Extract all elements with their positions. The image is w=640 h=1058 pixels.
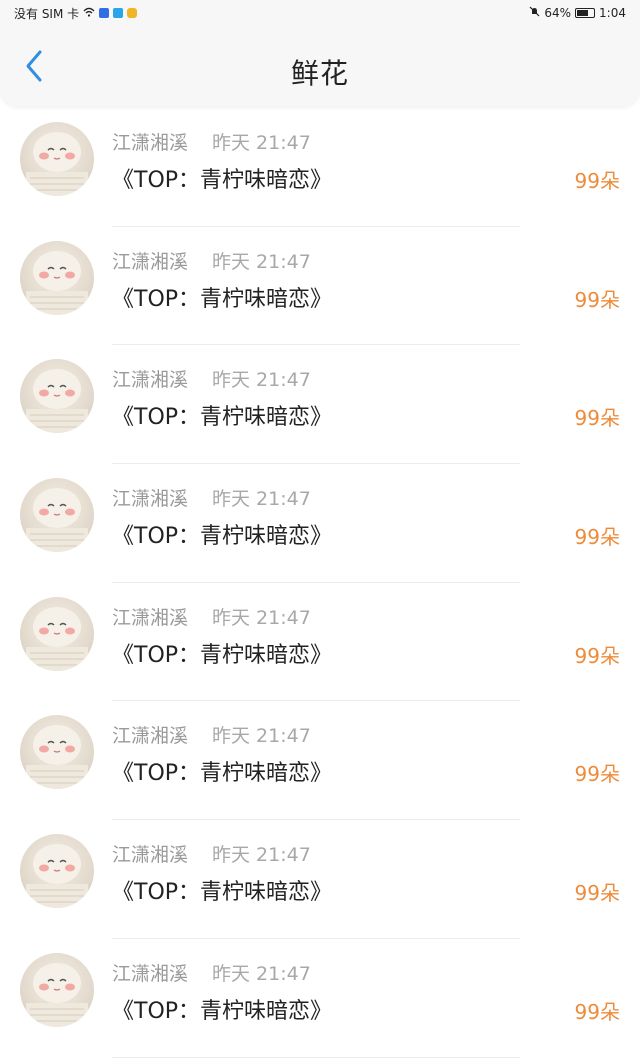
- list-item[interactable]: 江潇湘溪 昨天 21:47 《TOP：青柠味暗恋》 99朵: [0, 939, 640, 1058]
- sender-name: 江潇湘溪: [112, 606, 189, 629]
- book-title: 《TOP：青柠味暗恋》: [112, 168, 333, 193]
- list-item[interactable]: 江潇湘溪 昨天 21:47 《TOP：青柠味暗恋》 99朵: [0, 583, 640, 702]
- timestamp: 昨天 21:47: [212, 962, 311, 985]
- sender-name: 江潇湘溪: [112, 250, 189, 273]
- timestamp: 昨天 21:47: [212, 606, 311, 629]
- flower-count: 99朵: [574, 406, 620, 431]
- carrier-label: 没有 SIM 卡: [14, 6, 80, 21]
- timestamp: 昨天 21:47: [212, 250, 311, 273]
- avatar[interactable]: [20, 240, 94, 315]
- list-item[interactable]: 江潇湘溪 昨天 21:47 《TOP：青柠味暗恋》 99朵: [0, 227, 640, 346]
- avatar[interactable]: [20, 834, 94, 909]
- clock: 1:04: [599, 6, 626, 20]
- book-title: 《TOP：青柠味暗恋》: [112, 880, 333, 906]
- app-notification-icon: [99, 8, 110, 18]
- book-title: 《TOP：青柠味暗恋》: [112, 998, 333, 1024]
- sender-name: 江潇湘溪: [112, 488, 189, 511]
- flower-count: 99朵: [574, 169, 620, 193]
- timestamp: 昨天 21:47: [212, 725, 311, 748]
- list-item[interactable]: 江潇湘溪 昨天 21:47 《TOP：青柠味暗恋》 99朵: [0, 820, 640, 939]
- timestamp: 昨天 21:47: [212, 132, 311, 154]
- avatar[interactable]: [20, 478, 94, 553]
- app-notification-icon: [113, 8, 124, 18]
- timestamp: 昨天 21:47: [212, 844, 311, 867]
- sender-name: 江潇湘溪: [112, 962, 189, 985]
- flower-count: 99朵: [574, 643, 620, 668]
- avatar[interactable]: [20, 122, 94, 196]
- list-item[interactable]: 江潇湘溪 昨天 21:47 《TOP：青柠味暗恋》 99朵: [0, 464, 640, 583]
- avatar[interactable]: [20, 359, 94, 434]
- sender-name: 江潇湘溪: [112, 725, 189, 748]
- status-bar-right: 64% 1:04: [529, 6, 626, 20]
- header: 鲜花: [0, 26, 640, 106]
- status-bar: 没有 SIM 卡 64% 1:04: [0, 0, 640, 26]
- battery-percent: 64%: [544, 6, 572, 20]
- sender-name: 江潇湘溪: [112, 369, 189, 392]
- mute-icon: [529, 6, 540, 20]
- sender-name: 江潇湘溪: [112, 132, 189, 154]
- avatar[interactable]: [20, 596, 94, 671]
- timestamp: 昨天 21:47: [212, 488, 311, 511]
- avatar[interactable]: [20, 952, 94, 1027]
- avatar[interactable]: [20, 715, 94, 790]
- flower-count: 99朵: [574, 287, 620, 312]
- wifi-icon: [83, 6, 95, 20]
- book-title: 《TOP：青柠味暗恋》: [112, 524, 333, 550]
- book-title: 《TOP：青柠味暗恋》: [112, 761, 333, 787]
- page-title: 鲜花: [290, 57, 349, 90]
- flower-count: 99朵: [574, 881, 620, 906]
- timestamp: 昨天 21:47: [212, 369, 311, 392]
- list-item[interactable]: 江潇湘溪 昨天 21:47 《TOP：青柠味暗恋》 99朵: [0, 345, 640, 464]
- book-title: 《TOP：青柠味暗恋》: [112, 642, 333, 668]
- battery-icon: [575, 8, 596, 18]
- flower-count: 99朵: [574, 999, 620, 1024]
- status-bar-left: 没有 SIM 卡: [14, 5, 138, 22]
- flower-count: 99朵: [574, 525, 620, 550]
- book-title: 《TOP：青柠味暗恋》: [112, 405, 333, 431]
- app-notification-icon: [127, 8, 138, 18]
- flower-count: 99朵: [574, 762, 620, 787]
- list-item[interactable]: 江潇湘溪 昨天 21:47 《TOP：青柠味暗恋》 99朵: [0, 701, 640, 820]
- book-title: 《TOP：青柠味暗恋》: [112, 286, 333, 312]
- list-item[interactable]: 江潇湘溪 昨天 21:47 《TOP：青柠味暗恋》 99朵: [0, 108, 640, 227]
- flower-record-list: 江潇湘溪 昨天 21:47 《TOP：青柠味暗恋》 99朵 江潇湘溪 昨天 21…: [0, 108, 640, 1058]
- sender-name: 江潇湘溪: [112, 844, 189, 867]
